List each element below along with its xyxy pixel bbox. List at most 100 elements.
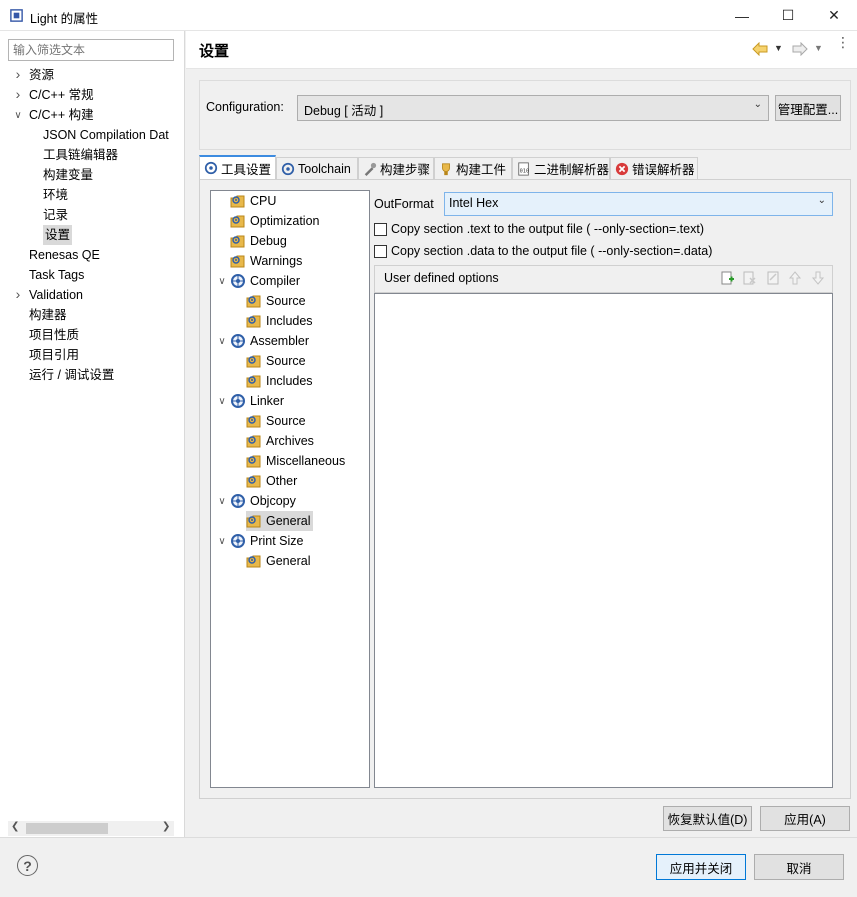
configuration-select[interactable]: Debug [ 活动 ] ⌄ [297,95,769,121]
sidebar-item[interactable]: JSON Compilation Dat [43,125,169,145]
page-title: 设置 [199,43,230,60]
sidebar-item[interactable]: 设置 [43,225,73,245]
tool-tree-item[interactable]: Miscellaneous [246,451,345,471]
forward-dropdown-icon[interactable]: ▼ [814,43,823,53]
restore-defaults-button[interactable]: 恢复默认值(D) [663,806,752,831]
toolchain-icon [281,162,295,176]
tab-label: 构建步骤 [380,163,431,177]
sidebar-item[interactable]: Task Tags [29,265,84,285]
tool-tree-item[interactable]: Source [246,291,306,311]
option-folder-icon [246,413,262,429]
sidebar-item[interactable]: 资源 [29,65,54,85]
option-folder-icon [230,253,246,269]
configuration-label: Configuration: [206,100,284,114]
sidebar-item[interactable]: 构建变量 [43,165,93,185]
tool-tree-item[interactable]: Includes [246,311,313,331]
chevron-down-icon[interactable]: ∨ [217,396,227,407]
help-icon[interactable]: ? [17,855,38,876]
chevron-right-icon[interactable]: › [13,66,23,82]
tool-tree-label: Objcopy [250,494,296,508]
chevron-down-icon[interactable]: ∨ [217,336,227,347]
outformat-select[interactable]: Intel Hex ⌄ [444,192,833,216]
delete-icon [743,271,756,285]
tool-tree-item[interactable]: Print Size [230,531,304,551]
sidebar-item[interactable]: C/C++ 构建 [29,105,94,125]
copy-text-checkbox[interactable] [374,222,387,236]
tool-tree-item[interactable]: Linker [230,391,284,411]
tool-tree-item[interactable]: Optimization [230,211,319,231]
option-folder-icon [246,513,262,529]
chevron-right-icon[interactable]: › [13,286,23,302]
maximize-icon[interactable]: ☐ [765,0,811,31]
add-icon[interactable] [719,270,735,286]
tab-build-artifact[interactable]: 构建工件 [434,157,512,179]
tool-tree-item[interactable]: General [246,511,314,531]
tool-tree-item[interactable]: Assembler [230,331,309,351]
close-icon[interactable]: ✕ [811,0,857,31]
sidebar-item[interactable]: 运行 / 调试设置 [29,365,114,385]
svg-text:010: 010 [520,168,529,174]
view-menu-icon[interactable]: ⋮ [836,35,850,49]
sidebar-item[interactable]: 构建器 [29,305,67,325]
sidebar-item[interactable]: 工具链编辑器 [43,145,118,165]
tool-tree-item[interactable]: Other [246,471,297,491]
tool-gear-icon [230,493,246,509]
forward-arrow-icon[interactable] [792,42,808,56]
chevron-down-icon[interactable]: ∨ [217,536,227,547]
apply-and-close-button[interactable]: 应用并关闭 [656,854,746,880]
tool-tree-item[interactable]: General [246,551,310,571]
sidebar-item[interactable]: Validation [29,285,83,305]
tool-tree-item[interactable]: Archives [246,431,314,451]
tool-tree-label: Source [266,414,306,428]
outformat-label: OutFormat [374,197,434,211]
copy-text-label: Copy section .text to the output file ( … [391,222,704,236]
tab-toolchain[interactable]: Toolchain [276,157,358,179]
copy-data-checkbox[interactable] [374,244,387,258]
tab-error-parser[interactable]: 错误解析器 [610,157,698,179]
sidebar-item[interactable]: 项目性质 [29,325,79,345]
back-dropdown-icon[interactable]: ▼ [774,43,783,53]
tab-binary-parser[interactable]: 010 二进制解析器 [512,157,610,179]
scroll-right-icon[interactable]: ❯ [162,821,170,832]
tool-tree-label: Compiler [250,274,301,288]
sidebar-item[interactable]: Renesas QE [29,245,100,265]
apply-button[interactable]: 应用(A) [760,806,850,831]
filter-input[interactable] [8,39,174,61]
tool-tree-item[interactable]: Includes [246,371,313,391]
scrollbar-thumb[interactable] [26,823,108,834]
tab-label: 工具设置 [221,162,272,177]
option-folder-icon [230,233,246,249]
tab-tool-settings[interactable]: 工具设置 [199,155,276,179]
chevron-down-icon[interactable]: ∨ [13,110,23,121]
chevron-down-icon[interactable]: ∨ [217,276,227,287]
tool-tree-label: Archives [266,434,314,448]
tool-tree-item[interactable]: Source [246,351,306,371]
manage-configurations-button[interactable]: 管理配置... [775,95,841,121]
sidebar-item[interactable]: 记录 [43,205,68,225]
sidebar-item[interactable]: 环境 [43,185,68,205]
copy-text-option[interactable]: Copy section .text to the output file ( … [374,222,704,236]
chevron-down-icon: ⌄ [753,99,762,110]
tool-tree-item[interactable]: Debug [230,231,287,251]
sidebar-item[interactable]: C/C++ 常规 [29,85,94,105]
tool-tree-item[interactable]: Source [246,411,306,431]
option-folder-icon [246,353,262,369]
chevron-right-icon[interactable]: › [13,86,23,102]
sidebar-item[interactable]: 项目引用 [29,345,79,365]
option-folder-icon [246,433,262,449]
minimize-icon[interactable]: — [719,0,765,31]
tab-build-steps[interactable]: 构建步骤 [358,157,434,179]
tool-tree-item[interactable]: Objcopy [230,491,296,511]
chevron-down-icon[interactable]: ∨ [217,496,227,507]
copy-data-option[interactable]: Copy section .data to the output file ( … [374,244,712,258]
tool-tree-item[interactable]: CPU [230,191,276,211]
cancel-button[interactable]: 取消 [754,854,844,880]
back-arrow-icon[interactable] [752,42,768,56]
tool-tree-item[interactable]: Warnings [230,251,302,271]
scroll-left-icon[interactable]: ❮ [11,821,19,832]
user-options-list[interactable] [374,293,833,788]
outformat-value: Intel Hex [449,196,499,210]
tab-label: 错误解析器 [632,163,695,177]
option-folder-icon [246,453,262,469]
tool-tree-item[interactable]: Compiler [230,271,300,291]
